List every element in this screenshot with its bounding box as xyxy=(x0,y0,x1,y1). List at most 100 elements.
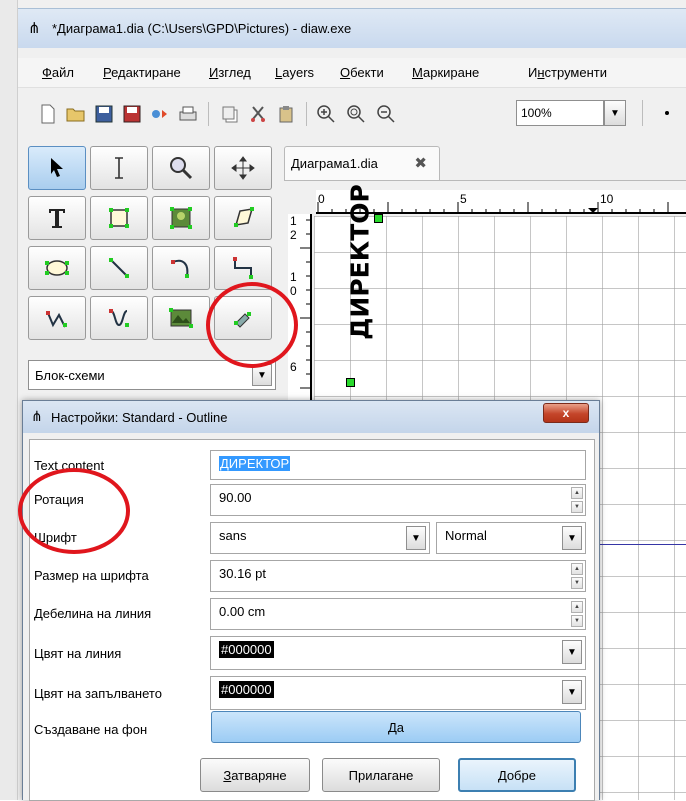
close-tab-icon[interactable]: ✖ xyxy=(414,154,427,172)
fill-color-label: Цвят на запълването xyxy=(34,686,162,701)
title-bar: ⋔ *Диаграма1.dia (C:\Users\GPD\Pictures)… xyxy=(18,8,686,48)
polygon-icon xyxy=(234,207,254,227)
properties-dialog: ⋔ Настройки: Standard - Outline x Text c… xyxy=(22,400,600,801)
menu-tools[interactable]: Инструменти xyxy=(528,65,607,80)
spin-down-icon[interactable]: ▼ xyxy=(571,577,583,589)
selection-handle[interactable] xyxy=(346,378,355,387)
polyline-icon xyxy=(46,311,67,328)
text-tool[interactable] xyxy=(28,196,86,240)
font-size-input[interactable]: 30.16 pt ▲ ▼ xyxy=(210,560,586,592)
cut-icon[interactable] xyxy=(246,102,270,126)
spin-down-icon[interactable]: ▼ xyxy=(571,615,583,627)
background-toggle-value: Да xyxy=(387,719,405,735)
font-label: Шрифт xyxy=(34,530,77,545)
spin-up-icon[interactable]: ▲ xyxy=(571,601,583,613)
rotation-label: Ротация xyxy=(34,492,84,507)
open-folder-icon[interactable] xyxy=(64,102,88,126)
selection-handle[interactable] xyxy=(374,214,383,223)
chevron-down-icon: ▼ xyxy=(610,107,620,119)
scroll-tool[interactable] xyxy=(214,146,272,190)
diagram-tab[interactable]: Диаграма1.dia ✖ xyxy=(284,146,440,180)
bezier-icon xyxy=(109,309,129,327)
dia-app-icon: ⋔ xyxy=(31,408,43,424)
move-arrows-icon xyxy=(231,156,255,180)
zoom-out-icon[interactable] xyxy=(374,102,398,126)
copy-icon[interactable] xyxy=(218,102,242,126)
line-width-input[interactable]: 0.00 cm ▲ ▼ xyxy=(210,598,586,630)
polygon-tool[interactable] xyxy=(214,196,272,240)
fill-color-select[interactable]: #000000 ▼ xyxy=(210,676,586,710)
standard-outline-tool[interactable] xyxy=(214,296,272,340)
magnify-tool[interactable] xyxy=(152,146,210,190)
zoom-in-icon[interactable] xyxy=(314,102,338,126)
text-object-director[interactable]: ДИРЕКТОР xyxy=(346,184,375,340)
grid-dot-icon xyxy=(665,111,669,115)
chevron-down-icon[interactable]: ▼ xyxy=(406,526,426,550)
text-edit-tool[interactable] xyxy=(90,146,148,190)
chevron-down-icon[interactable]: ▼ xyxy=(252,364,272,386)
polyline-tool[interactable] xyxy=(28,296,86,340)
spin-down-icon[interactable]: ▼ xyxy=(571,501,583,513)
image-tool[interactable] xyxy=(152,196,210,240)
save-icon[interactable] xyxy=(92,102,116,126)
menu-file[interactable]: Файл xyxy=(42,65,74,80)
menu-select[interactable]: Маркиране xyxy=(412,65,479,80)
arc-tool[interactable] xyxy=(152,246,210,290)
chevron-down-icon[interactable]: ▼ xyxy=(562,680,582,704)
export-icon[interactable] xyxy=(148,102,172,126)
zoom-fit-icon[interactable] xyxy=(344,102,368,126)
menu-view[interactable]: Изглед xyxy=(209,65,251,80)
bezier-line-tool[interactable] xyxy=(90,296,148,340)
line-width-value: 0.00 cm xyxy=(219,604,266,619)
spin-up-icon[interactable]: ▲ xyxy=(571,487,583,499)
ellipse-tool[interactable] xyxy=(28,246,86,290)
text-content-label: Text content xyxy=(34,458,105,473)
line-color-value: #000000 xyxy=(219,641,274,658)
box-tool[interactable] xyxy=(90,196,148,240)
ruler-label: 1 xyxy=(290,270,297,284)
dia-app-icon: ⋔ xyxy=(28,20,41,37)
snap-to-grid-toggle[interactable] xyxy=(642,100,686,126)
zoom-level-input[interactable]: 100% xyxy=(516,100,604,126)
outline-text-icon xyxy=(234,312,251,328)
box-icon xyxy=(109,208,129,228)
outline-shape-tool[interactable] xyxy=(152,296,210,340)
save-as-icon[interactable] xyxy=(120,102,144,126)
paste-icon[interactable] xyxy=(274,102,298,126)
ok-button[interactable]: Добре xyxy=(458,758,576,792)
chevron-down-icon[interactable]: ▼ xyxy=(562,640,582,664)
print-icon[interactable] xyxy=(176,102,200,126)
ruler-label: 6 xyxy=(290,360,297,374)
new-file-icon[interactable] xyxy=(36,102,60,126)
text-content-input[interactable]: ДИРЕКТОР xyxy=(210,450,586,480)
font-size-spinner[interactable]: ▲ ▼ xyxy=(571,563,583,589)
arc-icon xyxy=(171,259,189,278)
menu-edit[interactable]: Редактиране xyxy=(103,65,181,80)
font-family-value: sans xyxy=(219,528,247,543)
line-width-spinner[interactable]: ▲ ▼ xyxy=(571,601,583,627)
line-color-label: Цвят на линия xyxy=(34,646,122,661)
line-width-label: Дебелина на линия xyxy=(34,606,152,621)
pointer-tool[interactable] xyxy=(28,146,86,190)
chevron-down-icon[interactable]: ▼ xyxy=(562,526,582,550)
font-style-select[interactable]: Normal ▼ xyxy=(436,522,586,554)
sheet-selector[interactable]: Блок-схеми ▼ xyxy=(28,360,276,390)
font-size-label: Размер на шрифта xyxy=(34,568,149,583)
menu-layers[interactable]: Layers xyxy=(275,65,314,80)
zoom-dropdown-button[interactable]: ▼ xyxy=(604,100,626,126)
apply-button[interactable]: Прилагане xyxy=(322,758,440,792)
ruler-label: 1 xyxy=(290,214,297,228)
line-tool[interactable] xyxy=(90,246,148,290)
rotation-input[interactable]: 90.00 ▲ ▼ xyxy=(210,484,586,516)
line-icon xyxy=(109,258,129,278)
spin-up-icon[interactable]: ▲ xyxy=(571,563,583,575)
line-color-select[interactable]: #000000 ▼ xyxy=(210,636,586,670)
rotation-spinner[interactable]: ▲ ▼ xyxy=(571,487,583,513)
font-family-select[interactable]: sans ▼ xyxy=(210,522,430,554)
close-icon: x xyxy=(562,406,570,420)
menu-objects[interactable]: Обекти xyxy=(340,65,384,80)
close-dialog-button[interactable]: x xyxy=(543,403,589,423)
close-button[interactable]: Затваряне xyxy=(200,758,310,792)
background-toggle-button[interactable]: Да xyxy=(211,711,581,743)
zigzag-line-tool[interactable] xyxy=(214,246,272,290)
